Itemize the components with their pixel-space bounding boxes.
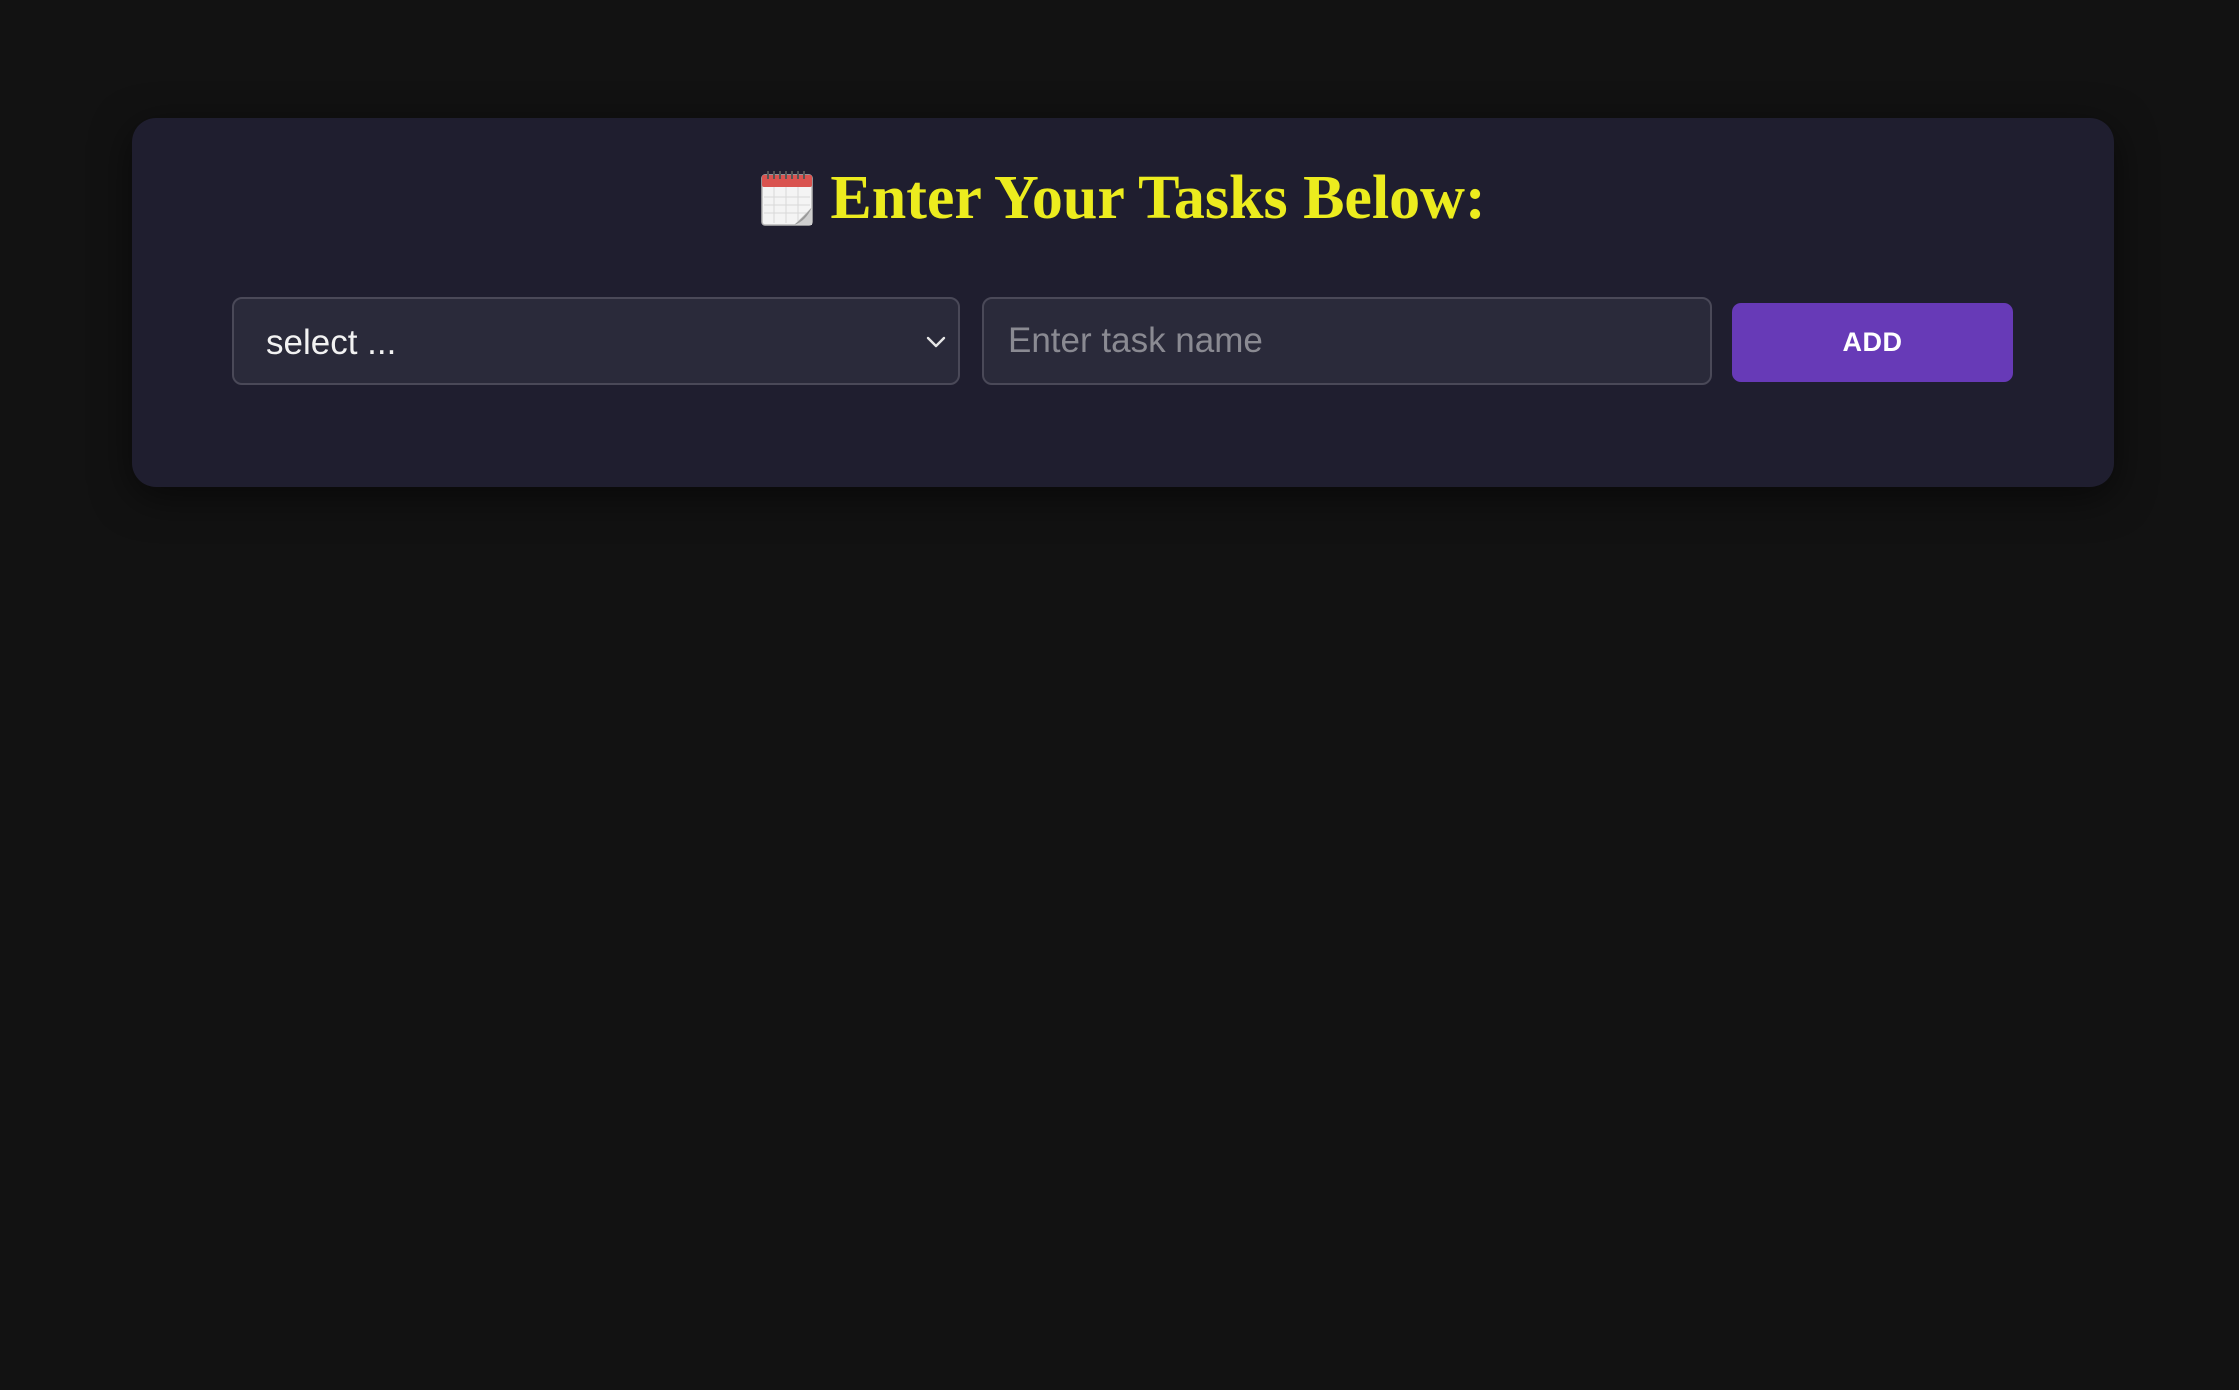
chevron-down-icon	[926, 335, 946, 348]
page-title: Enter Your Tasks Below:	[830, 164, 1486, 232]
task-name-input[interactable]	[982, 297, 1712, 385]
category-select-value: select ...	[266, 323, 397, 362]
add-task-button[interactable]: ADD	[1732, 303, 2013, 382]
page-header: Enter Your Tasks Below:	[132, 158, 2114, 238]
category-select[interactable]: select ...	[232, 297, 960, 385]
spiral-calendar-icon	[760, 169, 814, 227]
task-entry-card: Enter Your Tasks Below: select ... ADD	[132, 118, 2114, 487]
